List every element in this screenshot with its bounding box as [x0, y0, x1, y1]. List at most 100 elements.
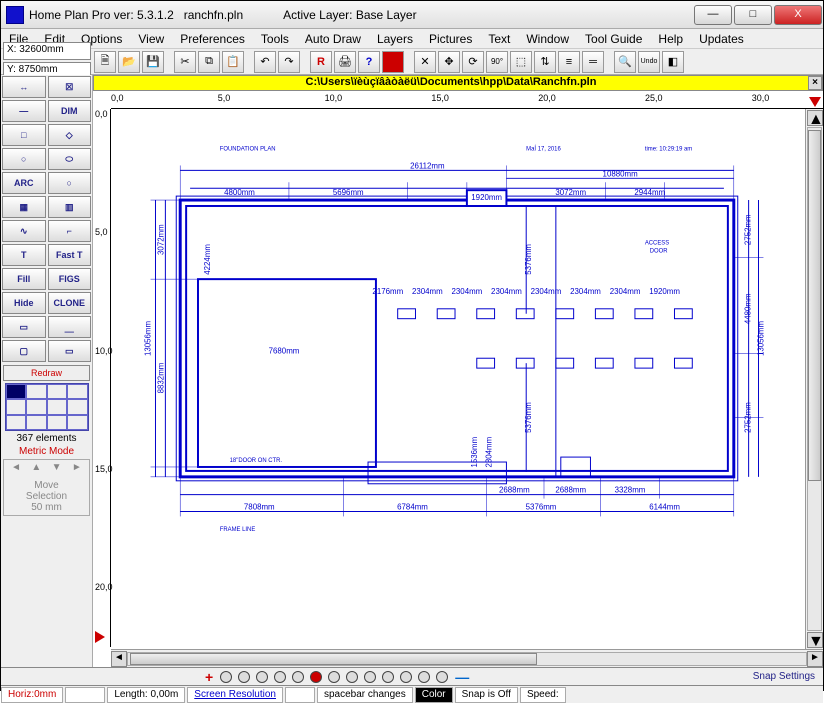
print-button[interactable]: 🖨 — [334, 51, 356, 73]
tool-window[interactable]: ▭ — [48, 340, 92, 362]
menu-updates[interactable]: Updates — [699, 32, 744, 46]
scroll-left-icon[interactable]: ◄ — [111, 651, 127, 667]
save-button[interactable]: 💾 — [142, 51, 164, 73]
maximize-button[interactable]: □ — [734, 5, 772, 25]
horizontal-scrollbar[interactable]: ◄ ► — [111, 649, 823, 667]
svg-text:7680mm: 7680mm — [269, 346, 300, 355]
tool-stop[interactable] — [382, 51, 404, 73]
menu-help[interactable]: Help — [658, 32, 683, 46]
tool-flip[interactable]: ⇅ — [534, 51, 556, 73]
tool-select[interactable]: ⬚ — [510, 51, 532, 73]
file-name: ranchfn.pln — [184, 8, 243, 22]
status-speed: Speed: — [520, 687, 566, 703]
menu-toolguide[interactable]: Tool Guide — [585, 32, 642, 46]
vertical-scrollbar[interactable]: ▲ ▼ — [805, 109, 823, 649]
svg-text:5376mm: 5376mm — [524, 244, 533, 275]
color-grid[interactable] — [5, 383, 89, 431]
tool-ellipse[interactable]: ⬭ — [48, 148, 92, 170]
tool-zoom[interactable]: 🔍 — [614, 51, 636, 73]
tool-arc2[interactable]: ○ — [48, 172, 92, 194]
snap-dot[interactable] — [220, 671, 232, 683]
tool-90[interactable]: 90° — [486, 51, 508, 73]
close-button[interactable]: X — [774, 5, 822, 25]
tool-curve[interactable]: ∿ — [2, 220, 46, 242]
tool-x[interactable]: ✕ — [414, 51, 436, 73]
status-color[interactable]: Color — [415, 687, 453, 703]
tool-hatch2[interactable]: ▥ — [48, 196, 92, 218]
tool-figs[interactable]: FIGS — [48, 268, 92, 290]
menu-layers[interactable]: Layers — [377, 32, 413, 46]
svg-text:2176mm: 2176mm — [372, 287, 403, 296]
tool-undo2[interactable]: Undo — [638, 51, 660, 73]
tool-angle[interactable]: ⌐ — [48, 220, 92, 242]
svg-text:2752mm: 2752mm — [744, 402, 753, 433]
svg-text:2944mm: 2944mm — [634, 188, 665, 197]
filepath-close[interactable]: × — [808, 76, 822, 90]
minimize-button[interactable]: — — [694, 5, 732, 25]
tool-wall1[interactable]: ▭ — [2, 316, 46, 338]
svg-text:3072mm: 3072mm — [555, 188, 586, 197]
tool-hide[interactable]: Hide — [2, 292, 46, 314]
tool-hatch1[interactable]: ▦ — [2, 196, 46, 218]
copy-button[interactable]: ⧉ — [198, 51, 220, 73]
arrow-up-icon[interactable]: ▲ — [31, 462, 41, 480]
app-title: Home Plan Pro ver: 5.3.1.2 — [29, 8, 174, 22]
scroll-up-icon[interactable]: ▲ — [807, 110, 823, 126]
menu-window[interactable]: Window — [526, 32, 569, 46]
help-button[interactable]: ? — [358, 51, 380, 73]
snap-minus-icon[interactable]: — — [455, 669, 469, 685]
tool-rotate[interactable]: ⟳ — [462, 51, 484, 73]
metric-mode[interactable]: Metric Mode — [3, 446, 90, 457]
tool-line[interactable]: — — [2, 100, 46, 122]
redraw-button[interactable]: Redraw — [3, 365, 90, 381]
tool-align[interactable]: ≡ — [558, 51, 580, 73]
app-icon — [6, 6, 24, 24]
menu-text[interactable]: Text — [488, 32, 510, 46]
tool-lines[interactable]: ═ — [582, 51, 604, 73]
arrow-left-icon[interactable]: ◄ — [11, 462, 21, 480]
tool-last[interactable]: ◧ — [662, 51, 684, 73]
tool-r[interactable]: R — [310, 51, 332, 73]
open-button[interactable]: 📂 — [118, 51, 140, 73]
svg-text:1920mm: 1920mm — [471, 193, 502, 202]
arrow-right-icon[interactable]: ► — [72, 462, 82, 480]
tool-snap[interactable]: ☒ — [48, 76, 92, 98]
menu-autodraw[interactable]: Auto Draw — [305, 32, 361, 46]
tool-fasttext[interactable]: Fast T — [48, 244, 92, 266]
svg-text:2752mm: 2752mm — [744, 214, 753, 245]
scroll-down-icon[interactable]: ▼ — [807, 632, 823, 648]
menu-preferences[interactable]: Preferences — [180, 32, 245, 46]
status-resolution[interactable]: Screen Resolution — [187, 687, 283, 703]
new-button[interactable]: 🗎 — [94, 51, 116, 73]
filepath-bar: C:\Users\ïèùçïâàòàëü\Documents\hpp\Data\… — [93, 75, 823, 91]
coord-x[interactable]: X: 32600mm — [3, 42, 91, 60]
tool-wall2[interactable]: ⸏ — [48, 316, 92, 338]
horizontal-ruler: 0,0 5,0 10,0 15,0 20,0 25,0 30,0 — [111, 91, 823, 109]
tool-circle[interactable]: ○ — [2, 148, 46, 170]
undo-button[interactable]: ↶ — [254, 51, 276, 73]
tool-clone[interactable]: CLONE — [48, 292, 92, 314]
tool-text[interactable]: T — [2, 244, 46, 266]
redo-button[interactable]: ↷ — [278, 51, 300, 73]
arrow-down-icon[interactable]: ▼ — [52, 462, 62, 480]
tool-poly[interactable]: ◇ — [48, 124, 92, 146]
tool-move[interactable]: ✥ — [438, 51, 460, 73]
cut-button[interactable]: ✂ — [174, 51, 196, 73]
scroll-right-icon[interactable]: ► — [807, 651, 823, 667]
status-snap[interactable]: Snap is Off — [455, 687, 518, 703]
tool-rect[interactable]: □ — [2, 124, 46, 146]
menu-pictures[interactable]: Pictures — [429, 32, 472, 46]
tool-pan[interactable]: ↔ — [2, 76, 46, 98]
menu-tools[interactable]: Tools — [261, 32, 289, 46]
tool-fill[interactable]: Fill — [2, 268, 46, 290]
paste-button[interactable]: 📋 — [222, 51, 244, 73]
svg-text:7808mm: 7808mm — [244, 502, 275, 511]
snap-plus-icon[interactable]: + — [205, 669, 213, 685]
tool-door[interactable]: ▢ — [2, 340, 46, 362]
tool-arc[interactable]: ARC — [2, 172, 46, 194]
snap-settings-label[interactable]: Snap Settings — [753, 671, 815, 682]
drawing-canvas[interactable]: FOUNDATION PLAN MaÍ 17, 2016 time: 10:29… — [111, 109, 803, 647]
filepath-text: C:\Users\ïèùçïâàòàëü\Documents\hpp\Data\… — [306, 76, 597, 88]
tool-dim[interactable]: DIM — [48, 100, 92, 122]
menu-view[interactable]: View — [138, 32, 164, 46]
